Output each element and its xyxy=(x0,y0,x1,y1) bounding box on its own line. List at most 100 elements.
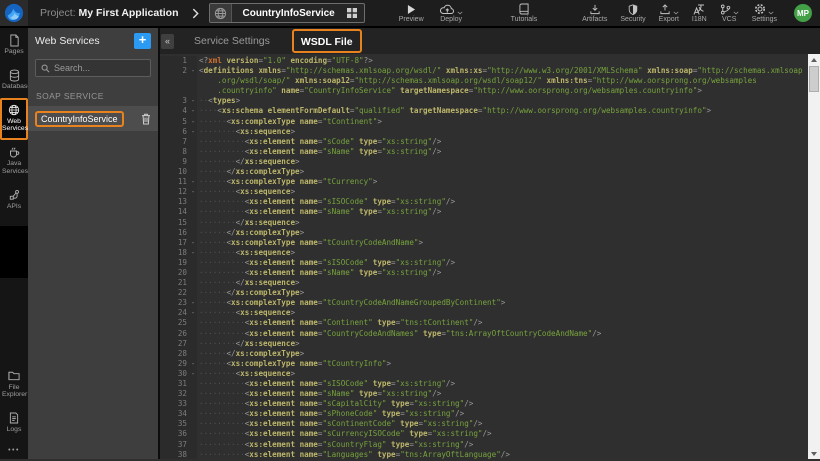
gutter[interactable]: 8 xyxy=(160,147,197,157)
fold-toggle[interactable]: - xyxy=(189,359,197,369)
code-line[interactable]: 5-······<xs:complexType name="tContinent… xyxy=(160,117,808,127)
app-logo[interactable] xyxy=(0,0,28,26)
editor-scrollbar[interactable] xyxy=(808,54,820,459)
gutter[interactable]: 2- xyxy=(160,66,197,76)
code-line[interactable]: 25··········<xs:element name="Continent"… xyxy=(160,318,808,328)
sidebar-item-apis[interactable]: APIs xyxy=(0,183,28,218)
gutter[interactable]: 29- xyxy=(160,359,197,369)
gutter[interactable] xyxy=(160,76,197,86)
code-line[interactable]: 19··········<xs:element name="sISOCode" … xyxy=(160,258,808,268)
sidebar-item-logs[interactable]: Logs xyxy=(0,406,28,441)
export-button[interactable]: Export xyxy=(659,3,679,23)
fold-toggle[interactable]: - xyxy=(189,127,197,137)
sidebar-item-web-services[interactable]: Web Services xyxy=(0,98,28,141)
gutter[interactable] xyxy=(160,86,197,96)
gutter[interactable]: 6- xyxy=(160,127,197,137)
code-line[interactable]: 3-··<types> xyxy=(160,96,808,106)
artifacts-button[interactable]: Artifacts xyxy=(582,3,607,23)
code-line[interactable]: 11-······<xs:complexType name="tCurrency… xyxy=(160,177,808,187)
code-line[interactable]: 8··········<xs:element name="sName" type… xyxy=(160,147,808,157)
code-line[interactable]: 4-····<xs:schema elementFormDefault="qua… xyxy=(160,106,808,116)
gutter[interactable]: 32 xyxy=(160,389,197,399)
code-line[interactable]: .countryinfo" name="CountryInfoService" … xyxy=(160,86,808,96)
fold-toggle[interactable]: - xyxy=(189,308,197,318)
tutorials-button[interactable]: Tutorials xyxy=(511,3,538,23)
gutter[interactable]: 35 xyxy=(160,419,197,429)
fold-toggle[interactable]: - xyxy=(189,248,197,258)
code-line[interactable]: 36··········<xs:element name="sCurrencyI… xyxy=(160,429,808,439)
fold-toggle[interactable]: - xyxy=(189,177,197,187)
code-line[interactable]: 30-········<xs:sequence> xyxy=(160,369,808,379)
wsdl-code-editor[interactable]: 1<?xml version="1.0" encoding="UTF-8"?>2… xyxy=(160,54,808,459)
gutter[interactable]: 15 xyxy=(160,218,197,228)
gutter[interactable]: 9 xyxy=(160,157,197,167)
gutter[interactable]: 25 xyxy=(160,318,197,328)
service-list-item[interactable]: CountryInfoService xyxy=(28,106,158,131)
scrollbar-thumb[interactable] xyxy=(809,66,819,92)
code-line[interactable]: 2-<definitions xmlns="http://schemas.xml… xyxy=(160,66,808,76)
code-line[interactable]: 14··········<xs:element name="sName" typ… xyxy=(160,207,808,217)
gutter[interactable]: 16 xyxy=(160,228,197,238)
code-line[interactable]: 1<?xml version="1.0" encoding="UTF-8"?> xyxy=(160,56,808,66)
scrollbar-up-arrow[interactable] xyxy=(808,54,820,65)
code-line[interactable]: 18-········<xs:sequence> xyxy=(160,248,808,258)
scrollbar-down-arrow[interactable] xyxy=(808,448,820,459)
gutter[interactable]: 20 xyxy=(160,268,197,278)
sidebar-item-databases[interactable]: Databases xyxy=(0,63,28,98)
add-service-button[interactable]: + xyxy=(134,33,151,49)
grid-icon[interactable] xyxy=(347,8,364,18)
code-line[interactable]: 17-······<xs:complexType name="tCountryC… xyxy=(160,238,808,248)
gutter[interactable]: 5- xyxy=(160,117,197,127)
gutter[interactable]: 36 xyxy=(160,429,197,439)
code-line[interactable]: 33··········<xs:element name="sCapitalCi… xyxy=(160,399,808,409)
code-line[interactable]: 35··········<xs:element name="sContinent… xyxy=(160,419,808,429)
i18n-button[interactable]: I18N xyxy=(692,3,707,23)
code-line[interactable]: 32··········<xs:element name="sName" typ… xyxy=(160,389,808,399)
code-line[interactable]: 7··········<xs:element name="sCode" type… xyxy=(160,137,808,147)
code-line[interactable]: 16······</xs:complexType> xyxy=(160,228,808,238)
fold-toggle[interactable]: - xyxy=(189,238,197,248)
gutter[interactable]: 37 xyxy=(160,440,197,450)
collapse-panel-button[interactable]: « xyxy=(161,34,174,49)
gutter[interactable]: 22 xyxy=(160,288,197,298)
gutter[interactable]: 17- xyxy=(160,238,197,248)
fold-toggle[interactable]: - xyxy=(189,187,197,197)
gutter[interactable]: 31 xyxy=(160,379,197,389)
gutter[interactable]: 18- xyxy=(160,248,197,258)
gutter[interactable]: 19 xyxy=(160,258,197,268)
code-line[interactable]: 9········</xs:sequence> xyxy=(160,157,808,167)
gutter[interactable]: 33 xyxy=(160,399,197,409)
code-line[interactable]: 28······</xs:complexType> xyxy=(160,349,808,359)
user-avatar[interactable]: MP xyxy=(794,4,812,22)
tab-service-settings[interactable]: Service Settings xyxy=(194,35,270,47)
code-line[interactable]: 27········</xs:sequence> xyxy=(160,339,808,349)
doc-tab-countryinfoservice[interactable]: CountryInfoService xyxy=(209,3,364,23)
deploy-button[interactable]: Deploy xyxy=(440,3,463,23)
sidebar-more-button[interactable]: ••• xyxy=(0,441,28,459)
fold-toggle[interactable]: - xyxy=(189,117,197,127)
code-line[interactable]: 29-······<xs:complexType name="tCountryI… xyxy=(160,359,808,369)
code-line[interactable]: 21········</xs:sequence> xyxy=(160,278,808,288)
sidebar-item-file-explorer[interactable]: File Explorer xyxy=(0,364,28,407)
code-line[interactable]: .org/wsdl/soap/" xmlns:soap12="http://sc… xyxy=(160,76,808,86)
gutter[interactable]: 26 xyxy=(160,329,197,339)
fold-toggle[interactable]: - xyxy=(189,96,197,106)
settings-button[interactable]: Settings xyxy=(752,3,777,23)
code-line[interactable]: 31··········<xs:element name="sISOCode" … xyxy=(160,379,808,389)
fold-toggle[interactable]: - xyxy=(189,298,197,308)
search-input[interactable]: Search... xyxy=(35,59,151,77)
gutter[interactable]: 10 xyxy=(160,167,197,177)
code-line[interactable]: 6-········<xs:sequence> xyxy=(160,127,808,137)
code-line[interactable]: 22······</xs:complexType> xyxy=(160,288,808,298)
code-line[interactable]: 10······</xs:complexType> xyxy=(160,167,808,177)
code-line[interactable]: 38··········<xs:element name="Languages"… xyxy=(160,450,808,459)
gutter[interactable]: 34 xyxy=(160,409,197,419)
gutter[interactable]: 11- xyxy=(160,177,197,187)
fold-toggle[interactable]: - xyxy=(189,369,197,379)
tab-wsdl-file[interactable]: WSDL File xyxy=(301,36,353,48)
code-line[interactable]: 34··········<xs:element name="sPhoneCode… xyxy=(160,409,808,419)
gutter[interactable]: 4- xyxy=(160,106,197,116)
gutter[interactable]: 7 xyxy=(160,137,197,147)
fold-toggle[interactable]: - xyxy=(189,106,197,116)
code-line[interactable]: 20··········<xs:element name="sName" typ… xyxy=(160,268,808,278)
